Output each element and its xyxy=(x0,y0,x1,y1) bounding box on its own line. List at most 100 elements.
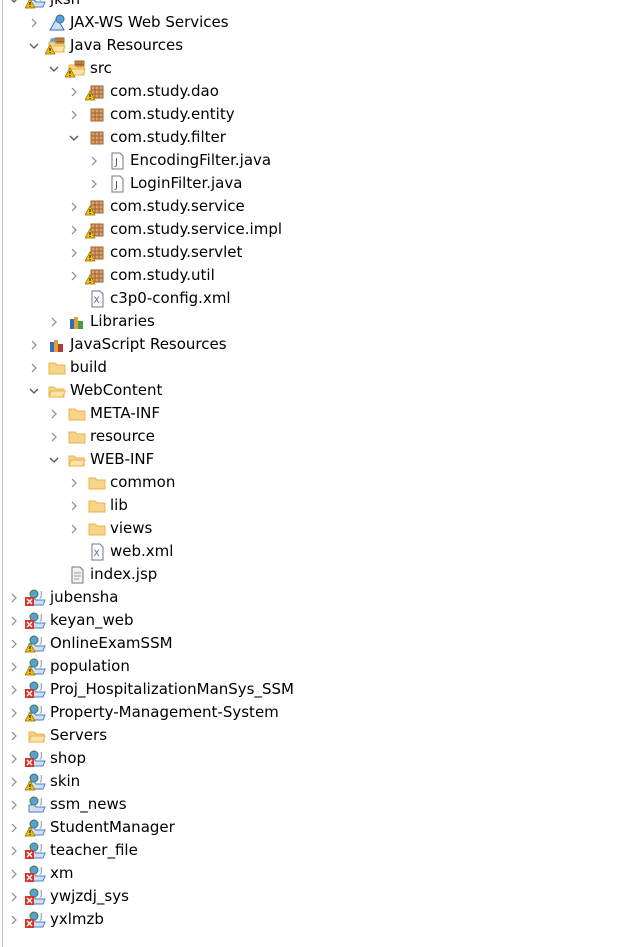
tree-item-ssm-news[interactable]: Jssm_news xyxy=(0,793,294,816)
project-icon: J xyxy=(25,612,46,630)
tree-item-label: teacher_file xyxy=(50,841,138,859)
libraries-icon xyxy=(68,313,86,331)
tree-item-yxlmzb[interactable]: Jyxlmzb xyxy=(0,908,294,931)
tree-item-jax-ws-web-services[interactable]: JAX-WS Web Services xyxy=(0,11,294,34)
chevron-right-icon[interactable] xyxy=(48,431,60,443)
tree-item-onlineexamssm[interactable]: J OnlineExamSSM xyxy=(0,632,294,655)
chevron-down-icon[interactable] xyxy=(48,454,60,466)
chevron-right-icon[interactable] xyxy=(8,776,20,788)
chevron-right-icon[interactable] xyxy=(68,201,80,213)
tree-item-proj-hospitalizationmansys-ssm[interactable]: J Proj_HospitalizationManSys_SSM xyxy=(0,678,294,701)
chevron-down-icon[interactable] xyxy=(28,40,40,52)
tree-item-label: jubensha xyxy=(50,588,119,606)
chevron-right-icon[interactable] xyxy=(48,316,60,328)
chevron-right-icon[interactable] xyxy=(28,362,40,374)
tree-item-index-jsp[interactable]: index.jsp xyxy=(0,563,294,586)
tree-item-label: build xyxy=(70,358,107,376)
folder-icon xyxy=(68,405,86,423)
tree-item-com-study-entity[interactable]: com.study.entity xyxy=(0,103,294,126)
tree-item-property-management-system[interactable]: J Property-Management-System xyxy=(0,701,294,724)
tree-item-encodingfilter-java[interactable]: J EncodingFilter.java xyxy=(0,149,294,172)
chevron-right-icon[interactable] xyxy=(68,247,80,259)
package-icon xyxy=(85,267,106,285)
project-icon: J xyxy=(25,842,46,860)
chevron-right-icon[interactable] xyxy=(68,270,80,282)
tree-item-com-study-service[interactable]: com.study.service xyxy=(0,195,294,218)
tree-item-population[interactable]: Jpopulation xyxy=(0,655,294,678)
tree-item-com-study-dao[interactable]: com.study.dao xyxy=(0,80,294,103)
chevron-down-icon[interactable] xyxy=(8,0,20,6)
chevron-right-icon[interactable] xyxy=(8,822,20,834)
chevron-right-icon[interactable] xyxy=(8,707,20,719)
chevron-right-icon[interactable] xyxy=(8,615,20,627)
chevron-right-icon[interactable] xyxy=(8,592,20,604)
tree-item-xm[interactable]: Jxm xyxy=(0,862,294,885)
chevron-down-icon[interactable] xyxy=(68,132,80,144)
tree-item-jubensha[interactable]: Jjubensha xyxy=(0,586,294,609)
project-icon: J xyxy=(25,819,46,837)
tree-item-label: JavaScript Resources xyxy=(70,335,227,353)
chevron-right-icon[interactable] xyxy=(8,891,20,903)
tree-item-web-xml[interactable]: Xweb.xml xyxy=(0,540,294,563)
tree-item-com-study-filter[interactable]: com.study.filter xyxy=(0,126,294,149)
project-explorer-tree[interactable]: Jjksn JAX-WS Web Services Java Resources sr… xyxy=(0,0,294,931)
project-icon: J xyxy=(25,681,46,699)
tree-item-lib[interactable]: lib xyxy=(0,494,294,517)
tree-item-java-resources[interactable]: Java Resources xyxy=(0,34,294,57)
tree-item-label: EncodingFilter.java xyxy=(130,151,272,169)
chevron-right-icon[interactable] xyxy=(68,224,80,236)
tree-item-label: WebContent xyxy=(70,381,163,399)
folder-open-icon xyxy=(28,727,46,745)
tree-item-common[interactable]: common xyxy=(0,471,294,494)
tree-item-meta-inf[interactable]: META-INF xyxy=(0,402,294,425)
chevron-right-icon[interactable] xyxy=(8,799,20,811)
chevron-right-icon[interactable] xyxy=(28,339,40,351)
tree-item-jksn[interactable]: Jjksn xyxy=(0,0,294,11)
chevron-right-icon[interactable] xyxy=(8,845,20,857)
chevron-right-icon[interactable] xyxy=(68,523,80,535)
tree-item-webcontent[interactable]: WebContent xyxy=(0,379,294,402)
chevron-right-icon[interactable] xyxy=(68,500,80,512)
tree-item-com-study-servlet[interactable]: com.study.servlet xyxy=(0,241,294,264)
project-icon: J xyxy=(25,865,46,883)
chevron-down-icon[interactable] xyxy=(48,63,60,75)
tree-item-label: skin xyxy=(50,772,81,790)
tree-item-shop[interactable]: Jshop xyxy=(0,747,294,770)
tree-item-c3p0-config-xml[interactable]: Xc3p0-config.xml xyxy=(0,287,294,310)
chevron-right-icon[interactable] xyxy=(48,408,60,420)
tree-item-resource[interactable]: resource xyxy=(0,425,294,448)
chevron-right-icon[interactable] xyxy=(28,17,40,29)
svg-text:J: J xyxy=(39,797,42,806)
tree-item-com-study-service-impl[interactable]: com.study.service.impl xyxy=(0,218,294,241)
chevron-right-icon[interactable] xyxy=(88,155,100,167)
chevron-right-icon[interactable] xyxy=(68,86,80,98)
tree-item-ywjzdj-sys[interactable]: Jywjzdj_sys xyxy=(0,885,294,908)
tree-item-skin[interactable]: Jskin xyxy=(0,770,294,793)
tree-item-build[interactable]: build xyxy=(0,356,294,379)
tree-item-javascript-resources[interactable]: JavaScript Resources xyxy=(0,333,294,356)
chevron-right-icon[interactable] xyxy=(68,477,80,489)
tree-item-loginfilter-java[interactable]: J LoginFilter.java xyxy=(0,172,294,195)
tree-item-teacher-file[interactable]: Jteacher_file xyxy=(0,839,294,862)
tree-item-keyan-web[interactable]: Jkeyan_web xyxy=(0,609,294,632)
chevron-right-icon[interactable] xyxy=(8,730,20,742)
project-icon: J xyxy=(25,0,46,9)
tree-item-src[interactable]: src xyxy=(0,57,294,80)
tree-item-libraries[interactable]: Libraries xyxy=(0,310,294,333)
chevron-right-icon[interactable] xyxy=(8,914,20,926)
chevron-right-icon[interactable] xyxy=(68,109,80,121)
chevron-down-icon[interactable] xyxy=(28,385,40,397)
tree-item-com-study-util[interactable]: com.study.util xyxy=(0,264,294,287)
chevron-right-icon[interactable] xyxy=(8,684,20,696)
tree-item-views[interactable]: views xyxy=(0,517,294,540)
tree-item-servers[interactable]: Servers xyxy=(0,724,294,747)
chevron-right-icon[interactable] xyxy=(8,753,20,765)
chevron-right-icon[interactable] xyxy=(8,868,20,880)
chevron-right-icon[interactable] xyxy=(8,661,20,673)
chevron-right-icon[interactable] xyxy=(8,638,20,650)
tree-item-web-inf[interactable]: WEB-INF xyxy=(0,448,294,471)
tree-item-studentmanager[interactable]: J StudentManager xyxy=(0,816,294,839)
chevron-right-icon[interactable] xyxy=(88,178,100,190)
